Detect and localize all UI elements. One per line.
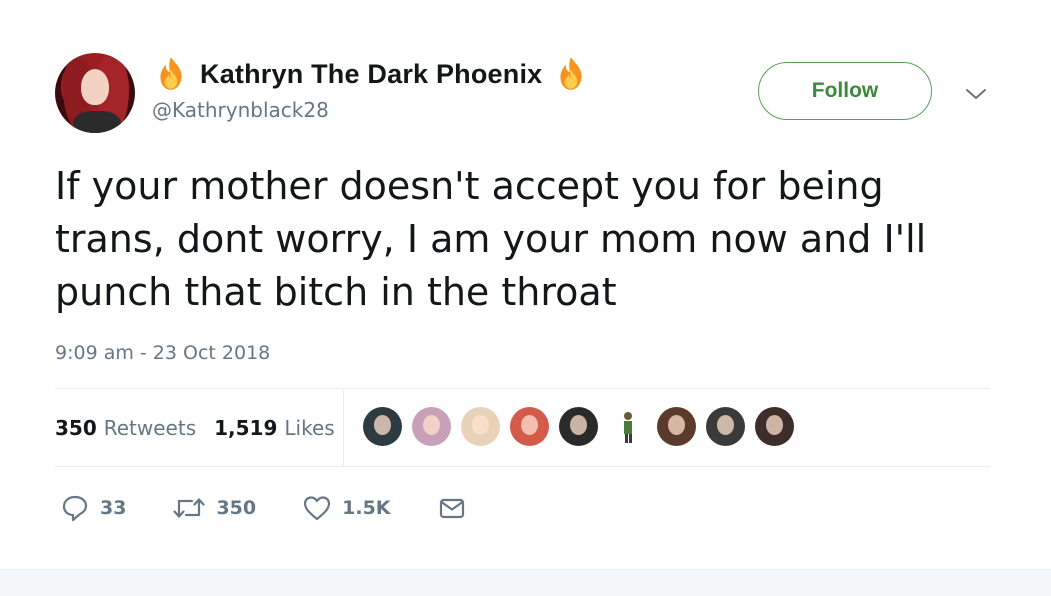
retweet-count: 350: [216, 497, 257, 519]
avatar-face: [81, 69, 109, 105]
tweet-stats: 350 Retweets 1,519 Likes: [55, 405, 353, 451]
profile-avatar[interactable]: [55, 53, 135, 133]
footer-band: [0, 569, 1051, 596]
divider: [55, 466, 990, 467]
likers-avatars: [363, 407, 794, 446]
liker-avatar[interactable]: [363, 407, 402, 446]
heart-icon: [304, 496, 331, 521]
tweet-text: If your mother doesn't accept you for be…: [55, 164, 927, 314]
liker-avatar[interactable]: [461, 407, 500, 446]
reply-button[interactable]: 33: [60, 493, 126, 523]
likes-stat-label: Likes: [284, 416, 335, 440]
liker-avatar[interactable]: [412, 407, 451, 446]
author-name-row[interactable]: Kathryn The Dark Phoenix: [152, 54, 590, 94]
liker-avatar[interactable]: [510, 407, 549, 446]
chevron-down-icon[interactable]: [963, 84, 989, 104]
reply-count: 33: [100, 497, 127, 519]
likes-stat[interactable]: 1,519 Likes: [214, 416, 335, 440]
envelope-icon: [439, 498, 464, 519]
like-button[interactable]: 1.5K: [302, 493, 391, 523]
stats-separator: [343, 390, 344, 466]
retweet-button[interactable]: 350: [172, 493, 256, 523]
tweet-actions: 33 350 1.5K: [60, 490, 513, 526]
fire-emoji-icon: [560, 57, 582, 90]
retweets-stat-count: 350: [55, 416, 97, 440]
retweets-stat[interactable]: 350 Retweets: [55, 416, 196, 440]
liker-avatar[interactable]: [755, 407, 794, 446]
likes-stat-count: 1,519: [214, 416, 278, 440]
direct-message-button[interactable]: [437, 493, 467, 523]
retweet-icon: [173, 498, 206, 518]
liker-avatar[interactable]: [657, 407, 696, 446]
liker-avatar[interactable]: [608, 407, 647, 446]
reply-icon: [62, 495, 88, 522]
liker-avatar[interactable]: [706, 407, 745, 446]
retweets-stat-label: Retweets: [103, 416, 197, 440]
author-display-name[interactable]: Kathryn The Dark Phoenix: [200, 59, 542, 90]
tweet-timestamp[interactable]: 9:09 am - 23 Oct 2018: [55, 342, 270, 364]
fire-emoji-icon: [160, 57, 182, 90]
follow-button[interactable]: Follow: [758, 62, 932, 120]
figure-icon: [624, 412, 632, 443]
like-count: 1.5K: [342, 497, 391, 519]
avatar-clothing: [73, 111, 121, 133]
liker-avatar[interactable]: [559, 407, 598, 446]
author-handle[interactable]: @Kathrynblack28: [152, 98, 329, 122]
divider: [55, 388, 990, 389]
